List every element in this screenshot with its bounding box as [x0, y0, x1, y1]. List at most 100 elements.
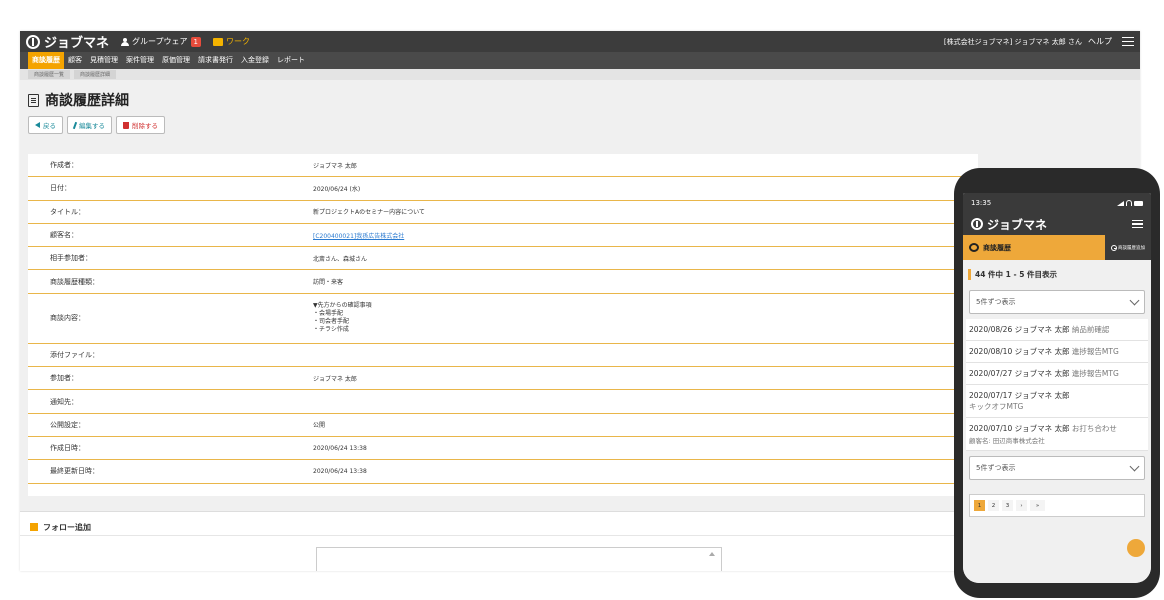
- follow-textarea[interactable]: [316, 547, 722, 571]
- mobile-logo[interactable]: ジョブマネ: [971, 216, 1047, 233]
- page-button-3[interactable]: 3: [1002, 500, 1013, 511]
- section-marker-icon: [30, 523, 38, 531]
- company-user[interactable]: [株式会社ジョブマネ] ジョブマネ 太郎 さん: [944, 37, 1082, 47]
- phone-screen: 13:35 ジョブマネ 商談履歴 商談履歴追加 44 件中 1 - 5 件目表示…: [963, 193, 1151, 583]
- item-sub: お打ち合わせ: [1071, 424, 1117, 433]
- menu-icon[interactable]: [1122, 37, 1134, 46]
- table-row: 作成日時： 2020/06/24 13:38: [28, 437, 978, 461]
- field-label: タイトル：: [50, 207, 85, 216]
- logo-icon: [971, 218, 983, 230]
- item-sub: 進捗報告MTG: [1071, 369, 1119, 378]
- item-main: 2020/07/27 ジョブマネ 太郎: [969, 369, 1070, 378]
- table-row: 商談履歴種類： 訪問・来客: [28, 270, 978, 294]
- field-label: 商談履歴種類：: [50, 277, 99, 286]
- status-icons: [1117, 200, 1143, 206]
- plus-icon: [1111, 244, 1117, 251]
- delete-button[interactable]: 削除する: [116, 116, 165, 134]
- app-logo[interactable]: ジョブマネ: [26, 32, 109, 51]
- page-button-2[interactable]: 2: [988, 500, 999, 511]
- breadcrumb: 商談履歴一覧 商談履歴詳細: [20, 69, 1140, 80]
- table-row: 作成者： ジョブマネ 太郎: [28, 154, 978, 178]
- per-page-label-bottom: 5件ずつ表示: [976, 464, 1016, 472]
- menu-item-estimates[interactable]: 見積管理: [86, 52, 122, 69]
- menu-item-costs[interactable]: 原価管理: [158, 52, 194, 69]
- content-line: ・会場手配: [313, 310, 344, 318]
- follow-title: フォロー追加: [43, 522, 91, 532]
- groupware-label: グループウェア: [132, 37, 188, 46]
- arrow-left-icon: [35, 122, 40, 128]
- table-row: 商談内容： ▼先方からの確認事項 ・会場手配 ・司会者手配 ・チラシ作成: [28, 294, 978, 344]
- pagination: 1 2 3 › »: [969, 494, 1145, 517]
- menu-item-customers[interactable]: 顧客: [64, 52, 86, 69]
- item-main: 2020/07/17 ジョブマネ 太郎: [969, 391, 1070, 400]
- item-sub: 進捗報告MTG: [1071, 347, 1119, 356]
- table-row: 公開設定： 公開: [28, 414, 978, 437]
- mobile-app-name: ジョブマネ: [987, 217, 1048, 232]
- field-value: 2020/06/24 (水): [313, 185, 361, 193]
- list-item[interactable]: 2020/07/10 ジョブマネ 太郎 お打ち合わせ 顧客名: 田辺商事株式会社: [966, 418, 1148, 451]
- field-label: 公開設定：: [50, 420, 85, 429]
- per-page-label: 5件ずつ表示: [976, 298, 1016, 306]
- item-main: 2020/08/26 ジョブマネ 太郎: [969, 325, 1070, 334]
- per-page-select[interactable]: 5件ずつ表示: [969, 290, 1145, 314]
- field-value: ジョブマネ 太郎: [313, 162, 357, 170]
- list-item[interactable]: 2020/07/17 ジョブマネ 太郎 キックオフMTG: [966, 385, 1148, 418]
- breadcrumb-item-list[interactable]: 商談履歴一覧: [28, 70, 71, 79]
- count-text: 44 件中 1 - 5 件目表示: [975, 270, 1058, 279]
- content-line: ・司会者手配: [313, 318, 350, 326]
- page-title: 商談履歴詳細: [45, 93, 129, 109]
- edit-button[interactable]: 編集する: [67, 116, 112, 134]
- breadcrumb-item-detail: 商談履歴詳細: [74, 70, 117, 79]
- menu-item-reports[interactable]: レポート: [273, 52, 309, 69]
- table-row: タイトル： 新プロジェクトAのセミナー内容について: [28, 201, 978, 224]
- field-value: ジョブマネ 太郎: [313, 375, 357, 383]
- menu-item-projects[interactable]: 案件管理: [122, 52, 158, 69]
- count-marker: [968, 269, 971, 280]
- list-item[interactable]: 2020/08/10 ジョブマネ 太郎 進捗報告MTG: [966, 341, 1148, 363]
- help-link[interactable]: ヘルプ: [1088, 36, 1112, 47]
- chevron-down-icon: [1129, 461, 1140, 471]
- menu-item-payments[interactable]: 入金登録: [237, 52, 273, 69]
- table-row: 参加者： ジョブマネ 太郎: [28, 367, 978, 391]
- table-row: 最終更新日時： 2020/06/24 13:38: [28, 460, 978, 484]
- tab-meetings[interactable]: 商談履歴: [963, 235, 1105, 260]
- last-page-button[interactable]: »: [1030, 500, 1045, 511]
- list-item[interactable]: 2020/07/27 ジョブマネ 太郎 進捗報告MTG: [966, 363, 1148, 385]
- notification-badge: 1: [190, 36, 202, 47]
- per-page-select-bottom[interactable]: 5件ずつ表示: [969, 456, 1145, 480]
- person-icon: [121, 37, 130, 46]
- menu-item-meetings[interactable]: 商談履歴: [28, 52, 64, 69]
- mobile-menu-icon[interactable]: [1132, 220, 1143, 228]
- menu-item-invoices[interactable]: 請求書発行: [194, 52, 237, 69]
- top-bar: ジョブマネ グループウェア 1 ワーク [株式会社ジョブマネ] ジョブマネ 太郎…: [20, 31, 1140, 52]
- scroll-up-icon[interactable]: [709, 552, 715, 556]
- page-button-1[interactable]: 1: [974, 500, 985, 511]
- customer-link[interactable]: [C200400021]我孫広告株式会社: [313, 231, 978, 240]
- item-sub: キックオフMTG: [969, 402, 1024, 411]
- field-value-multiline: ▼先方からの確認事項 ・会場手配 ・司会者手配 ・チラシ作成: [313, 302, 978, 334]
- next-page-button[interactable]: ›: [1016, 500, 1027, 511]
- table-row: 通知先：: [28, 390, 978, 414]
- list-item[interactable]: 2020/08/26 ジョブマネ 太郎 納品前確認: [966, 319, 1148, 341]
- field-label: 作成者：: [50, 161, 78, 170]
- back-button[interactable]: 戻る: [28, 116, 63, 134]
- field-value: 2020/06/24 13:38: [313, 444, 367, 452]
- back-label: 戻る: [43, 122, 56, 130]
- mobile-header: ジョブマネ: [963, 213, 1151, 235]
- content-line: ・チラシ作成: [313, 326, 349, 334]
- work-link[interactable]: ワーク: [213, 36, 250, 47]
- table-row: 日付： 2020/06/24 (水): [28, 177, 978, 201]
- action-buttons: 戻る 編集する 削除する: [20, 110, 1140, 134]
- add-meeting-button[interactable]: 商談履歴追加: [1105, 235, 1151, 260]
- item-main: 2020/08/10 ジョブマネ 太郎: [969, 347, 1070, 356]
- item-sub: 納品前確認: [1071, 325, 1110, 334]
- table-row: 添付ファイル：: [28, 344, 978, 368]
- field-label: 相手参加者：: [50, 254, 92, 263]
- field-label: 日付：: [50, 184, 71, 193]
- title-row: 商談履歴詳細: [20, 80, 1140, 110]
- status-time: 13:35: [971, 199, 992, 207]
- floating-action-button[interactable]: [1127, 539, 1145, 557]
- mobile-body: 44 件中 1 - 5 件目表示 5件ずつ表示 2020/08/26 ジョブマネ…: [963, 260, 1151, 583]
- groupware-link[interactable]: グループウェア 1: [121, 36, 202, 47]
- status-bar: 13:35: [963, 193, 1151, 213]
